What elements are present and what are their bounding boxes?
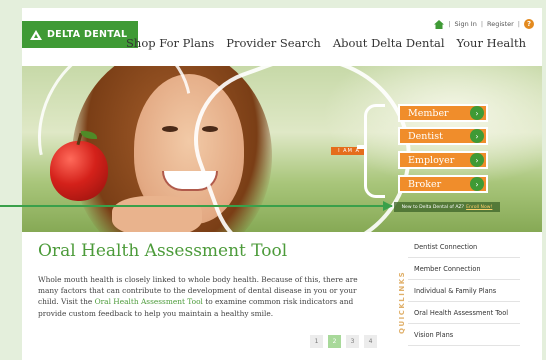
button-label: Employer xyxy=(408,154,455,166)
quicklink-member-connection[interactable]: Member Connection xyxy=(408,258,520,280)
sign-in-link[interactable]: Sign In xyxy=(455,20,477,28)
page-4-button[interactable]: 4 xyxy=(364,335,377,348)
nav-provider-search[interactable]: Provider Search xyxy=(226,36,321,50)
broker-button[interactable]: Broker › xyxy=(398,175,488,193)
quicklink-oral-health-assessment-tool[interactable]: Oral Health Assessment Tool xyxy=(408,302,520,324)
dentist-button[interactable]: Dentist › xyxy=(398,127,488,145)
oral-health-tool-link[interactable]: Oral Health Assessment Tool xyxy=(95,297,203,306)
employer-button[interactable]: Employer › xyxy=(398,151,488,169)
chevron-right-icon: › xyxy=(470,153,484,167)
page-title: Oral Health Assessment Tool xyxy=(38,241,288,261)
new-member-bar: New to Delta Dental of AZ? Enroll Now! xyxy=(394,202,500,212)
pagination: 1 2 3 4 xyxy=(310,335,377,348)
quicklinks-list: Dentist Connection Member Connection Ind… xyxy=(408,236,520,346)
nav-about-delta-dental[interactable]: About Delta Dental xyxy=(333,36,445,50)
quicklinks-label: QUICKLINKS xyxy=(398,270,406,334)
register-link[interactable]: Register xyxy=(487,20,514,28)
triangle-logo-icon xyxy=(30,29,42,40)
divider: | xyxy=(480,20,484,28)
divider: | xyxy=(448,20,451,28)
intro-paragraph: Whole mouth health is closely linked to … xyxy=(38,274,373,319)
page-1-button[interactable]: 1 xyxy=(310,335,323,348)
member-button[interactable]: Member › xyxy=(398,104,488,122)
quicklink-vision-plans[interactable]: Vision Plans xyxy=(408,324,520,346)
utility-links: | Sign In | Register | ? xyxy=(434,19,534,29)
chevron-right-icon: › xyxy=(470,106,484,120)
divider: | xyxy=(517,20,520,28)
quicklink-individual-family-plans[interactable]: Individual & Family Plans xyxy=(408,280,520,302)
button-label: Dentist xyxy=(408,130,443,142)
help-icon[interactable]: ? xyxy=(524,19,534,29)
brace-decoration xyxy=(357,104,385,198)
chevron-right-icon: › xyxy=(470,177,484,191)
main-nav: Shop For Plans Provider Search About Del… xyxy=(126,36,526,50)
quicklink-dentist-connection[interactable]: Dentist Connection xyxy=(408,236,520,258)
chevron-right-icon: › xyxy=(470,129,484,143)
button-label: Member xyxy=(408,107,449,119)
new-member-text: New to Delta Dental of AZ? xyxy=(401,204,465,210)
button-label: Broker xyxy=(408,178,442,190)
home-icon[interactable] xyxy=(434,19,445,29)
nav-your-health[interactable]: Your Health xyxy=(457,36,526,50)
annotation-arrow-line xyxy=(0,205,392,207)
annotation-arrow-icon xyxy=(383,201,393,211)
delta-dental-logo[interactable]: DELTA DENTAL xyxy=(22,21,138,48)
enroll-now-link[interactable]: Enroll Now! xyxy=(466,205,492,210)
page-2-button[interactable]: 2 xyxy=(328,335,341,348)
logo-text: DELTA DENTAL xyxy=(47,29,128,40)
page-3-button[interactable]: 3 xyxy=(346,335,359,348)
nav-shop-for-plans[interactable]: Shop For Plans xyxy=(126,36,214,50)
